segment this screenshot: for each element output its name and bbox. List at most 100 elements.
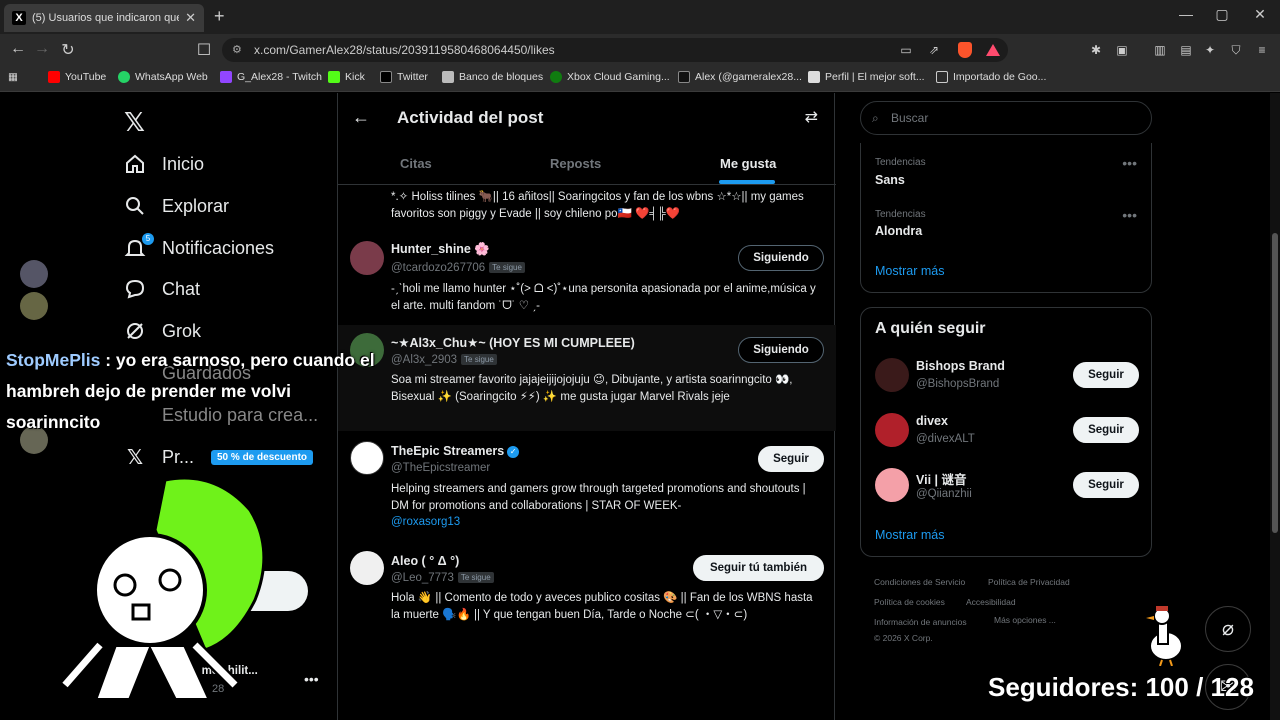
extensions-icon[interactable]: ✱ — [1088, 42, 1104, 58]
leo-ai-icon[interactable]: ✦ — [1202, 42, 1218, 58]
bio-link[interactable]: @roxasorg13 — [391, 516, 460, 528]
footer-link[interactable]: Condiciones de Servicio — [874, 577, 965, 587]
filter-icon[interactable]: ⇄ — [805, 107, 818, 127]
nav-item-inicio[interactable]: Inicio — [124, 153, 204, 175]
reload-icon[interactable]: ↻ — [58, 40, 78, 60]
bookmark-twitch[interactable]: G_Alex28 - Twitch — [220, 71, 322, 83]
list-item[interactable]: *.✧ Holiss tilines 🐂|| 16 añitos|| Soari… — [338, 186, 836, 230]
bookmark-kick[interactable]: Kick — [328, 71, 365, 83]
share-icon[interactable]: ⇗ — [926, 42, 942, 58]
minimize-icon[interactable]: — — [1176, 6, 1196, 22]
cast-icon[interactable]: ▭ — [898, 42, 914, 58]
x-logo-icon[interactable]: 𝕏 — [124, 107, 145, 138]
user-bio: -ˏˋholi me llamo hunter ⋆˚(> ᗝ <)˚⋆una p… — [391, 283, 816, 312]
bookmark-tiktok[interactable]: Alex (@gameralex28... — [678, 71, 802, 83]
blocks-icon — [442, 71, 454, 83]
footer-link[interactable]: Accesibilidad — [966, 597, 1016, 607]
suggestion-name[interactable]: Vii | 谜音 — [916, 469, 967, 488]
list-item[interactable]: Aleo ( ° Δ °) @Leo_7773 Te sigue Seguir t… — [338, 543, 836, 633]
browser-tab[interactable]: X (5) Usuarios que indicaron que le ✕ — [4, 4, 204, 32]
avatar[interactable] — [350, 551, 384, 585]
follow-back-button[interactable]: Seguir tú también — [693, 555, 824, 581]
grok-fab-icon[interactable]: ⌀ — [1205, 606, 1251, 652]
list-item[interactable]: ~★Al3x_Chu★~ (HOY ES MI CUMPLEEE) @Al3x_… — [338, 325, 836, 431]
brave-rewards-icon[interactable] — [986, 44, 1000, 56]
new-tab-icon[interactable]: + — [214, 6, 225, 27]
menu-icon[interactable]: ≡ — [1254, 42, 1270, 58]
nav-item-premium[interactable]: 𝕏 Pr... — [124, 446, 194, 469]
tab-me-gusta[interactable]: Me gusta — [720, 156, 776, 171]
user-name[interactable]: TheEpic Streamers ✓ — [391, 444, 520, 458]
forward-arrow-icon[interactable]: → — [32, 40, 52, 58]
page-scrollbar[interactable] — [1270, 93, 1280, 720]
maximize-icon[interactable]: ▢ — [1212, 6, 1232, 23]
show-more-link[interactable]: Mostrar más — [875, 264, 944, 278]
trend-name[interactable]: Sans — [875, 173, 905, 187]
footer-link[interactable]: Política de cookies — [874, 597, 945, 607]
nav-item-chat[interactable]: Chat — [124, 278, 200, 300]
footer-link[interactable]: Política de Privacidad — [988, 577, 1070, 587]
discount-badge: 50 % de descuento — [211, 450, 314, 465]
bookmark-label: WhatsApp Web — [135, 71, 208, 83]
scrollbar-thumb[interactable] — [1272, 233, 1278, 533]
back-arrow-icon[interactable]: ← — [8, 40, 28, 58]
close-window-icon[interactable]: ✕ — [1250, 6, 1270, 23]
bookmark-folder[interactable]: Importado de Goo... — [936, 71, 1046, 83]
nav-item-notificaciones[interactable]: 5 Notificaciones — [124, 233, 274, 259]
sidebar-icon[interactable]: ▥ — [1152, 42, 1168, 58]
list-item[interactable]: Hunter_shine 🌸 @tcardozo267706 Te sigue S… — [338, 233, 836, 325]
search-input[interactable]: ⌕ Buscar — [860, 101, 1152, 135]
avatar[interactable] — [350, 441, 384, 475]
verified-badge-icon: ✓ — [507, 445, 520, 458]
stream-mascot-character — [60, 476, 266, 702]
tag-icon — [808, 71, 820, 83]
folder-icon — [936, 71, 948, 83]
bookmark-blocks[interactable]: Banco de bloques — [442, 71, 543, 83]
bookmark-perfil[interactable]: Perfil | El mejor soft... — [808, 71, 925, 83]
site-info-icon[interactable]: ⚙ — [232, 38, 242, 62]
screenshot-icon[interactable]: ▣ — [1114, 42, 1130, 58]
user-name[interactable]: ~★Al3x_Chu★~ (HOY ES MI CUMPLEEE) — [391, 335, 635, 350]
user-name[interactable]: Aleo ( ° Δ °) — [391, 554, 459, 568]
follow-button[interactable]: Seguir — [1073, 417, 1139, 443]
stream-chat-message: StopMePlis : yo era sarnoso, pero cuando… — [6, 345, 386, 438]
bookmark-youtube[interactable]: YouTube — [48, 71, 106, 83]
trend-name[interactable]: Alondra — [875, 224, 922, 238]
trend-more-icon[interactable]: ••• — [1122, 155, 1137, 171]
url-input[interactable]: ⚙ x.com/GamerAlex28/status/2039119580468… — [222, 38, 1008, 62]
bookmark-twitter[interactable]: Twitter — [380, 71, 428, 83]
follow-button[interactable]: Seguir — [1073, 362, 1139, 388]
tab-citas[interactable]: Citas — [400, 156, 432, 171]
trend-label: Tendencias — [875, 157, 926, 168]
suggestion-handle: @BishopsBrand — [916, 378, 1000, 390]
user-handle: @TheEpicstreamer — [391, 462, 491, 474]
vpn-icon[interactable]: ⛉ — [1228, 42, 1244, 58]
bookmark-whatsapp[interactable]: WhatsApp Web — [118, 71, 208, 83]
show-more-link[interactable]: Mostrar más — [875, 528, 944, 542]
avatar[interactable] — [875, 413, 909, 447]
nav-item-explorar[interactable]: Explorar — [124, 195, 229, 217]
list-item[interactable]: TheEpic Streamers ✓ @TheEpicstreamer Segu… — [338, 433, 836, 543]
following-button[interactable]: Siguiendo — [738, 337, 824, 363]
nav-item-grok[interactable]: Grok — [124, 320, 201, 342]
avatar[interactable] — [875, 358, 909, 392]
suggestion-name[interactable]: Bishops Brand — [916, 359, 1005, 373]
tab-reposts[interactable]: Reposts — [550, 156, 601, 171]
following-button[interactable]: Siguiendo — [738, 245, 824, 271]
back-arrow-icon[interactable]: ← — [352, 107, 370, 128]
trend-more-icon[interactable]: ••• — [1122, 207, 1137, 223]
footer-link[interactable]: Más opciones ... — [994, 615, 1056, 625]
suggestion-name[interactable]: divex — [916, 414, 948, 428]
bookmark-xbox[interactable]: Xbox Cloud Gaming... — [550, 71, 670, 83]
avatar[interactable] — [875, 468, 909, 502]
brave-shield-icon[interactable] — [958, 42, 972, 58]
close-tab-icon[interactable]: ✕ — [185, 10, 196, 26]
user-name[interactable]: Hunter_shine 🌸 — [391, 242, 490, 257]
wallet-icon[interactable]: ▤ — [1178, 42, 1194, 58]
follow-button[interactable]: Seguir — [758, 446, 824, 472]
apps-icon[interactable]: ▦ — [8, 71, 18, 83]
follow-button[interactable]: Seguir — [1073, 472, 1139, 498]
avatar[interactable] — [350, 241, 384, 275]
bookmark-page-icon[interactable]: ☐ — [194, 40, 214, 60]
footer-link[interactable]: Información de anuncios — [874, 617, 967, 627]
